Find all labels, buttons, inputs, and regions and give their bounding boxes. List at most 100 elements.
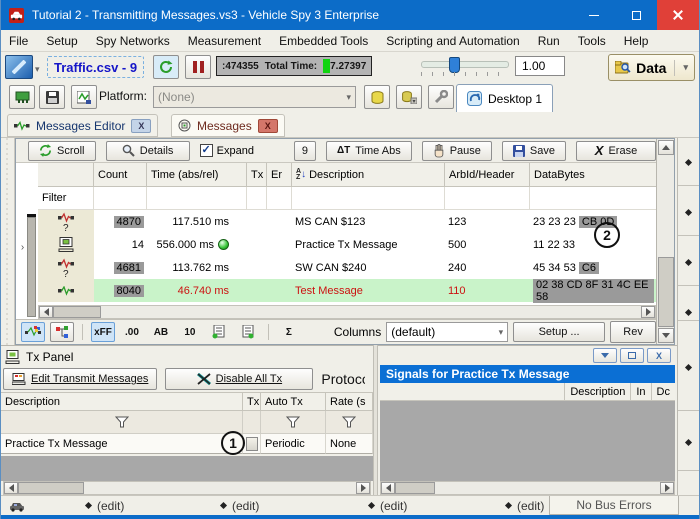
messages-h-scrollbar[interactable] bbox=[38, 305, 656, 319]
count-column-header[interactable]: Count bbox=[94, 163, 147, 187]
logo-caret-icon[interactable]: ▾ bbox=[35, 64, 40, 75]
scroll-button[interactable]: Scroll bbox=[28, 141, 96, 161]
tab-messages[interactable]: Messages X bbox=[171, 114, 285, 137]
rate-input[interactable]: 1.00 bbox=[515, 56, 565, 76]
data-button[interactable]: Data ▾ bbox=[608, 54, 695, 81]
playback-slider-track[interactable] bbox=[421, 61, 509, 68]
panel-close-button[interactable]: X bbox=[647, 348, 671, 363]
filter-cell[interactable] bbox=[247, 187, 267, 210]
messages-v-scrollbar[interactable] bbox=[656, 139, 674, 344]
nine-button[interactable]: 9 bbox=[294, 141, 316, 161]
binary-format-button[interactable]: 10 bbox=[178, 322, 202, 342]
edit-transmit-messages-button[interactable]: Edit Transmit Messages bbox=[3, 368, 157, 390]
filter-cell[interactable] bbox=[530, 187, 657, 210]
platform-select[interactable]: (None) ▾ bbox=[153, 86, 356, 108]
messages-editor-close-icon[interactable]: X bbox=[131, 119, 151, 133]
status-edit-slot-3[interactable]: (edit) bbox=[369, 499, 407, 513]
ascii-format-button[interactable]: AB bbox=[149, 322, 173, 342]
signals-h-scrollbar[interactable] bbox=[380, 481, 675, 495]
logo-button[interactable] bbox=[5, 55, 33, 79]
tab-messages-editor[interactable]: Messages Editor X bbox=[7, 114, 158, 137]
status-edit-slot-4[interactable]: (edit) bbox=[506, 499, 544, 513]
logic-button[interactable] bbox=[71, 85, 97, 109]
h-scroll-thumb[interactable] bbox=[53, 306, 101, 318]
details-button[interactable]: Details bbox=[106, 141, 190, 161]
setup-button[interactable]: Setup ... bbox=[513, 322, 605, 342]
signal-view-button[interactable] bbox=[21, 322, 45, 342]
time-abs-button[interactable]: ΔT Time Abs bbox=[326, 141, 412, 161]
filter-cell[interactable] bbox=[267, 187, 292, 210]
tx-autotx-filter[interactable] bbox=[261, 411, 326, 434]
message-row-3[interactable]: ? 4681 113.762 ms SW CAN $240 240 45 34 … bbox=[38, 256, 657, 279]
signal-list-button[interactable] bbox=[207, 322, 231, 342]
status-edit-slot-1[interactable]: (edit) bbox=[86, 499, 124, 513]
menu-item-file[interactable]: File bbox=[9, 34, 28, 48]
description-column-header[interactable]: AZ↓ Description bbox=[292, 163, 445, 187]
message-row-1[interactable]: ? 4870 117.510 ms MS CAN $123 123 23 23 … bbox=[38, 210, 657, 233]
scroll-right-arrow-icon[interactable] bbox=[356, 482, 370, 494]
minimize-button[interactable] bbox=[573, 0, 615, 30]
signal-list-alt-button[interactable] bbox=[236, 322, 260, 342]
scroll-right-arrow-icon[interactable] bbox=[641, 306, 655, 318]
databytes-column-header[interactable]: DataBytes bbox=[530, 163, 657, 187]
sum-button[interactable]: Σ bbox=[277, 322, 301, 342]
scroll-up-arrow-icon[interactable] bbox=[658, 140, 674, 155]
menu-item-spy-networks[interactable]: Spy Networks bbox=[96, 34, 170, 48]
scroll-right-arrow-icon[interactable] bbox=[660, 482, 674, 494]
v-scroll-thumb[interactable] bbox=[658, 257, 674, 327]
decimal-format-button[interactable]: .00 bbox=[120, 322, 144, 342]
disable-all-tx-button[interactable]: Disable All Tx bbox=[165, 368, 313, 390]
filter-cell[interactable] bbox=[147, 187, 247, 210]
menu-item-help[interactable]: Help bbox=[624, 34, 649, 48]
mini-scrollbar[interactable] bbox=[27, 217, 36, 317]
save-setup-button[interactable] bbox=[39, 85, 65, 109]
panel-restore-button[interactable] bbox=[620, 348, 644, 363]
tree-view-button[interactable] bbox=[50, 322, 74, 342]
database-button[interactable] bbox=[364, 85, 390, 109]
messages-close-icon[interactable]: X bbox=[258, 119, 278, 133]
menu-item-measurement[interactable]: Measurement bbox=[188, 34, 261, 48]
tx-h-scrollbar[interactable] bbox=[3, 481, 371, 495]
tx-message-row[interactable]: Practice Tx Message Periodic None bbox=[1, 434, 373, 454]
tx-toggle-button[interactable] bbox=[246, 437, 258, 451]
arbid-column-header[interactable]: ArbId/Header bbox=[445, 163, 530, 187]
tx-rate-header[interactable]: Rate (s bbox=[326, 392, 373, 411]
menu-item-tools[interactable]: Tools bbox=[578, 34, 606, 48]
protocols-tab[interactable]: Protoco bbox=[321, 371, 365, 387]
close-button[interactable] bbox=[657, 0, 699, 30]
signals-in-header[interactable]: In bbox=[630, 383, 650, 400]
refresh-button[interactable] bbox=[153, 55, 179, 79]
file-link[interactable]: Traffic.csv - 9 bbox=[47, 56, 144, 78]
signals-description-header[interactable]: Description bbox=[564, 383, 630, 400]
playback-slider-thumb[interactable] bbox=[449, 57, 460, 73]
database-export-button[interactable] bbox=[396, 85, 422, 109]
tx-autotx-header[interactable]: Auto Tx bbox=[261, 392, 326, 411]
filter-cell[interactable] bbox=[292, 187, 445, 210]
status-edit-slot-2[interactable]: (edit) bbox=[221, 499, 259, 513]
scroll-left-arrow-icon[interactable] bbox=[381, 482, 395, 494]
erase-button[interactable]: X Erase bbox=[576, 141, 656, 161]
hardware-button[interactable] bbox=[9, 85, 35, 109]
er-column-header[interactable]: Er bbox=[267, 163, 292, 187]
scroll-down-arrow-icon[interactable] bbox=[658, 328, 674, 343]
menu-item-run[interactable]: Run bbox=[538, 34, 560, 48]
tx-column-header[interactable]: Tx bbox=[247, 163, 267, 187]
filter-cell[interactable] bbox=[445, 187, 530, 210]
pause-button[interactable]: Pause bbox=[422, 141, 492, 161]
desktop-tab[interactable]: Desktop 1 bbox=[456, 84, 553, 112]
scroll-left-arrow-icon[interactable] bbox=[4, 482, 18, 494]
tx-rate-filter[interactable] bbox=[326, 411, 373, 434]
expand-checkbox[interactable]: ✓ Expand bbox=[200, 144, 254, 157]
message-row-2[interactable]: 14 556.000 ms Practice Tx Message 500 11… bbox=[38, 233, 657, 256]
icon-column-header[interactable] bbox=[38, 163, 94, 187]
reverse-button[interactable]: Rev bbox=[610, 321, 656, 343]
tx-description-filter[interactable] bbox=[1, 411, 243, 434]
menu-item-scripting-automation[interactable]: Scripting and Automation bbox=[386, 34, 519, 48]
h-scroll-thumb[interactable] bbox=[18, 482, 84, 494]
hex-format-button[interactable]: xFF bbox=[91, 322, 115, 342]
panel-collapse-button[interactable] bbox=[593, 348, 617, 363]
menu-item-embedded-tools[interactable]: Embedded Tools bbox=[279, 34, 368, 48]
save-button[interactable]: Save bbox=[502, 141, 566, 161]
message-row-4-selected[interactable]: 8040 46.740 ms Test Message 110 02 38 CD… bbox=[38, 279, 657, 302]
maximize-button[interactable] bbox=[615, 0, 657, 30]
